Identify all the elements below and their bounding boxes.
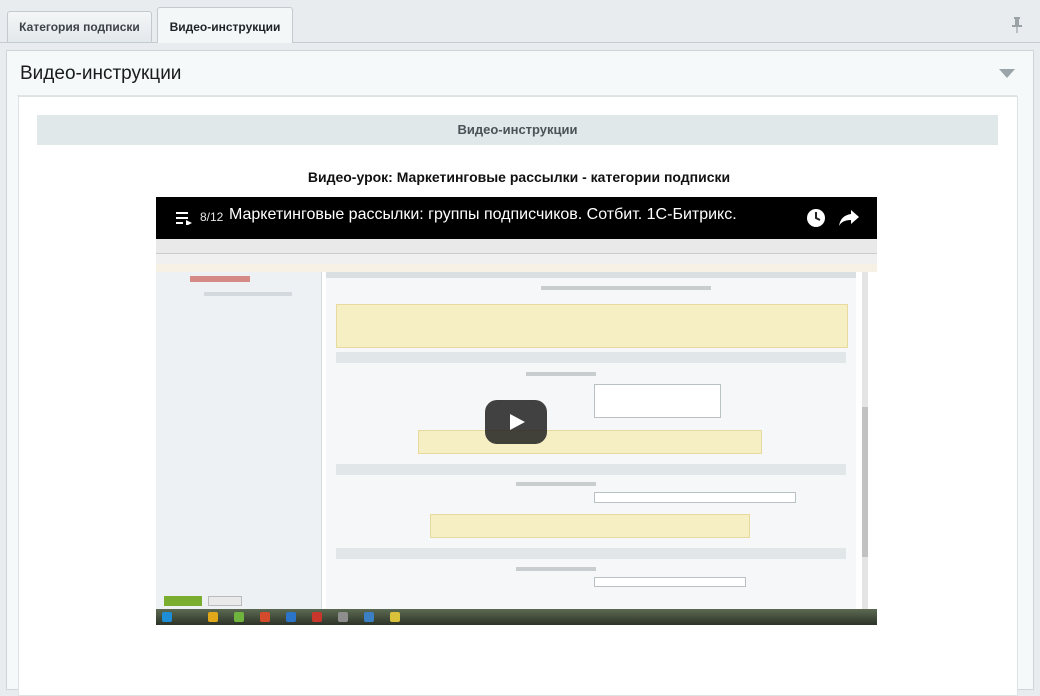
thumb-save-button xyxy=(164,596,202,606)
thumb-taskbar-icon xyxy=(312,612,322,622)
thumb-note xyxy=(336,304,848,348)
thumb-row xyxy=(516,482,596,486)
lesson-title: Видео-урок: Маркетинговые рассылки - кат… xyxy=(307,169,731,185)
panel-title: Видео-инструкции xyxy=(20,63,182,84)
share-icon[interactable] xyxy=(838,209,860,227)
chevron-down-icon[interactable] xyxy=(999,69,1015,78)
thumb-select xyxy=(594,492,796,503)
video-player[interactable]: 8/12 Маркетинговые рассылки: группы подп… xyxy=(156,197,877,647)
thumb-browser-chrome xyxy=(156,239,877,254)
thumb-scrollbar xyxy=(862,272,868,612)
thumb-taskbar-icon xyxy=(390,612,400,622)
video-title-bar: 8/12 Маркетинговые рассылки: группы подп… xyxy=(156,197,877,239)
thumb-content-area xyxy=(326,272,856,612)
thumb-taskbar-icon xyxy=(162,612,172,622)
thumb-tree-item xyxy=(204,292,292,296)
pin-icon[interactable] xyxy=(1011,16,1023,34)
thumb-row xyxy=(516,567,596,571)
thumb-section-band xyxy=(336,464,846,475)
thumb-content-header xyxy=(326,272,856,278)
tab-strip-divider xyxy=(0,42,1040,43)
thumb-note xyxy=(430,514,750,538)
tab-subscription-category[interactable]: Категория подписки xyxy=(7,11,152,42)
tab-video-instructions[interactable]: Видео-инструкции xyxy=(157,7,293,43)
playlist-position: 8/12 xyxy=(200,210,224,224)
thumb-bookmarks-bar xyxy=(156,254,877,264)
tab-strip: Категория подписки Видео-инструкции xyxy=(0,0,1040,44)
thumb-admin-bar xyxy=(156,264,877,272)
thumb-section-band xyxy=(336,352,846,363)
thumb-left-menu xyxy=(156,272,322,612)
thumb-cancel-button xyxy=(208,596,242,606)
thumb-textarea xyxy=(594,384,721,418)
thumb-taskbar-icon xyxy=(260,612,270,622)
video-title[interactable]: Маркетинговые рассылки: группы подписчик… xyxy=(229,206,737,224)
thumb-taskbar-icon xyxy=(286,612,296,622)
thumb-taskbar-icon xyxy=(234,612,244,622)
thumb-row xyxy=(526,372,596,376)
thumb-note xyxy=(418,430,762,454)
thumb-row xyxy=(541,286,711,290)
thumb-taskbar-icon xyxy=(364,612,374,622)
thumb-section-band xyxy=(336,548,846,559)
panel-body: Видео-инструкции Видео-урок: Маркетингов… xyxy=(18,96,1018,696)
play-icon[interactable] xyxy=(485,400,547,444)
clock-icon[interactable] xyxy=(806,208,826,228)
section-heading: Видео-инструкции xyxy=(37,115,998,145)
playlist-icon[interactable] xyxy=(176,211,192,225)
video-instructions-panel: Видео-инструкции Видео-инструкции Видео-… xyxy=(6,50,1034,696)
thumb-tree-item xyxy=(190,276,250,282)
thumb-taskbar-icon xyxy=(208,612,218,622)
thumb-taskbar-icon xyxy=(338,612,348,622)
thumb-select xyxy=(594,577,746,587)
